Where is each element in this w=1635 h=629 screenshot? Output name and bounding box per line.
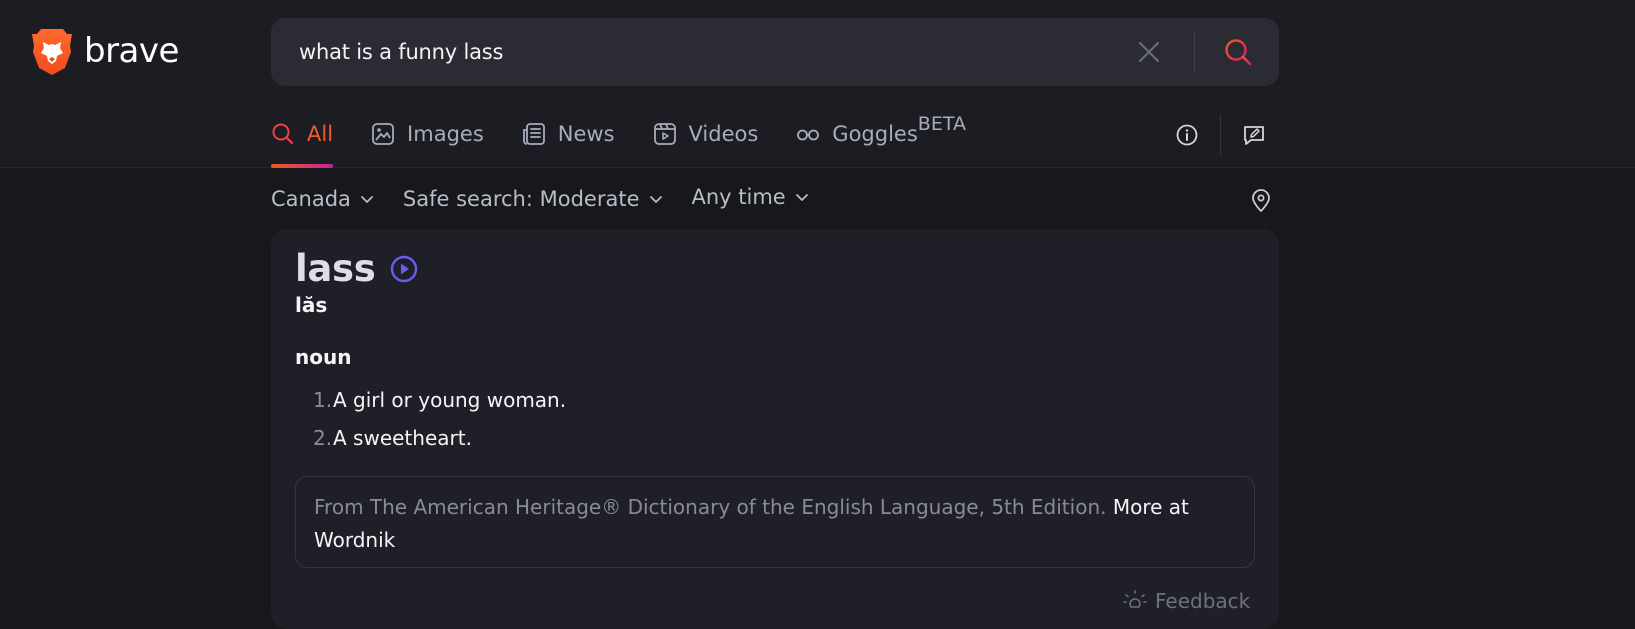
beta-badge: BETA bbox=[917, 113, 966, 135]
search-input[interactable]: what is a funny lass bbox=[299, 18, 1099, 86]
list-item: 2. A sweetheart. bbox=[313, 419, 566, 457]
time-filter[interactable]: Any time bbox=[692, 185, 810, 209]
search-icon[interactable] bbox=[1223, 37, 1253, 67]
pronunciation: lăs bbox=[295, 293, 328, 317]
location-pin-icon[interactable] bbox=[1250, 189, 1274, 213]
feedback-label: Feedback bbox=[1155, 589, 1251, 613]
search-box[interactable]: what is a funny lass bbox=[271, 18, 1279, 86]
filter-bar: Canada Safe search: Moderate Any time bbox=[271, 182, 838, 216]
time-filter-label: Any time bbox=[691, 185, 786, 209]
video-icon bbox=[653, 122, 677, 146]
list-item: 1. A girl or young woman. bbox=[313, 381, 566, 419]
tab-images[interactable]: Images bbox=[371, 112, 484, 156]
image-icon bbox=[371, 122, 395, 146]
brand-name: brave bbox=[84, 31, 179, 71]
safe-search-filter-label: Safe search: Moderate bbox=[402, 187, 640, 211]
tab-label: Images bbox=[407, 122, 484, 146]
search-divider bbox=[1194, 32, 1195, 72]
definition-list: 1. A girl or young woman. 2. A sweethear… bbox=[313, 381, 566, 457]
chevron-down-icon bbox=[361, 196, 373, 203]
region-filter[interactable]: Canada bbox=[271, 187, 375, 211]
search-tabs: All Images News Videos Goggles BETA bbox=[271, 112, 1004, 168]
source-attribution: From The American Heritage® Dictionary o… bbox=[295, 476, 1255, 568]
brave-logo[interactable]: brave bbox=[30, 26, 179, 80]
tab-news[interactable]: News bbox=[522, 112, 615, 156]
tab-goggles[interactable]: Goggles BETA bbox=[796, 112, 966, 156]
source-text: From The American Heritage® Dictionary o… bbox=[314, 495, 1107, 519]
sense-number: 2. bbox=[313, 426, 333, 450]
active-tab-indicator bbox=[271, 164, 334, 168]
feedback-button[interactable]: Feedback bbox=[1123, 589, 1250, 613]
feedback-edit-icon[interactable] bbox=[1242, 123, 1266, 147]
region-filter-label: Canada bbox=[271, 187, 351, 211]
brave-lion-icon bbox=[30, 26, 74, 80]
tab-label: All bbox=[307, 122, 334, 146]
tab-label: News bbox=[557, 122, 615, 146]
header: brave what is a funny lass All Images Ne… bbox=[0, 0, 1635, 168]
goggles-icon bbox=[796, 122, 820, 146]
definition-card: lass lăs noun 1. A girl or young woman. … bbox=[271, 229, 1279, 629]
lightbulb-icon bbox=[1123, 590, 1147, 608]
tab-label: Videos bbox=[688, 122, 759, 146]
tab-all[interactable]: All bbox=[271, 112, 334, 168]
safe-search-filter[interactable]: Safe search: Moderate bbox=[403, 187, 664, 211]
sense-text: A girl or young woman. bbox=[333, 388, 567, 412]
play-pronunciation-icon[interactable] bbox=[390, 255, 418, 283]
info-icon[interactable] bbox=[1175, 123, 1199, 147]
part-of-speech: noun bbox=[295, 345, 352, 369]
chevron-down-icon bbox=[649, 196, 662, 203]
sense-number: 1. bbox=[313, 388, 333, 412]
definition-word: lass bbox=[295, 247, 376, 290]
word-row: lass bbox=[295, 247, 418, 290]
chevron-down-icon bbox=[795, 194, 808, 201]
header-divider bbox=[1220, 114, 1221, 156]
close-icon[interactable] bbox=[1137, 40, 1161, 64]
tab-videos[interactable]: Videos bbox=[653, 112, 759, 156]
tab-label: Goggles bbox=[832, 122, 918, 146]
newspaper-icon bbox=[522, 122, 546, 146]
search-icon bbox=[271, 122, 295, 146]
sense-text: A sweetheart. bbox=[333, 426, 472, 450]
